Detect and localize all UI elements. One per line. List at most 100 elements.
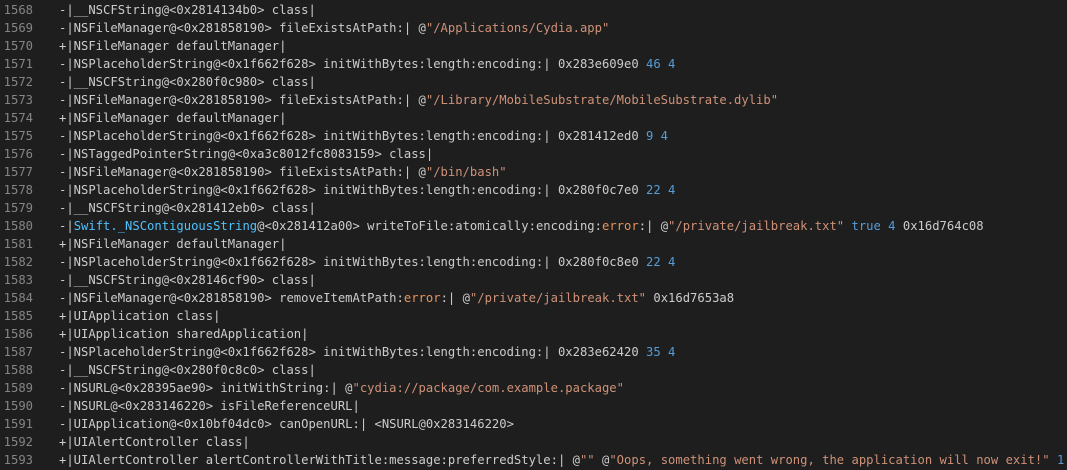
line-code: +|NSFileManager defaultManager| [59, 37, 286, 55]
line-code: -|__NSCFString@<0x280f0c8c0> class| [59, 361, 316, 379]
code-line: 1576 -|NSTaggedPointerString@<0xa3c8012fc… [0, 145, 1067, 163]
code-token: +|UIApplication sharedApplication| [59, 327, 309, 341]
line-number: 1589 [3, 381, 33, 395]
line-number: 1581 [3, 237, 33, 251]
code-token: 1 [1056, 453, 1065, 467]
line-code: +|UIApplication class| [59, 307, 220, 325]
line-code: +|NSFileManager defaultManager| [59, 235, 286, 253]
code-token: +|UIAlertController class| [59, 435, 250, 449]
line-number: 1590 [3, 399, 33, 413]
code-token: @ [594, 453, 610, 467]
code-line: 1583 -|__NSCFString@<0x28146cf90> class| [0, 271, 1067, 289]
line-code: -|UIApplication@<0x10bf04dc0> canOpenURL… [59, 415, 514, 433]
line-number: 1591 [3, 417, 33, 431]
line-code: -|NSPlaceholderString@<0x1f662f628> init… [59, 55, 675, 73]
code-token: +|NSFileManager defaultManager| [59, 237, 287, 251]
line-number: 1572 [3, 75, 33, 89]
code-token: -|UIApplication@<0x10bf04dc0> canOpenURL… [59, 417, 514, 431]
line-code: -|NSURL@<0x283146220> isFileReferenceURL… [59, 397, 360, 415]
line-code: -|NSFileManager@<0x281858190> fileExists… [59, 19, 609, 37]
line-code: +|NSFileManager defaultManager| [59, 109, 286, 127]
code-line: 1573 -|NSFileManager@<0x281858190> fileEx… [0, 91, 1067, 109]
code-token: @<0x281412a00> writeToFile:atomically:en… [257, 219, 602, 233]
line-code: +|UIApplication sharedApplication| [59, 325, 308, 343]
code-token: +|NSFileManager defaultManager| [59, 39, 287, 53]
code-token: -|__NSCFString@<0x280f0c8c0> class| [59, 363, 316, 377]
code-line: 1569 -|NSFileManager@<0x281858190> fileEx… [0, 19, 1067, 37]
code-token: 22 4 [646, 255, 676, 269]
code-token: -|NSPlaceholderString@<0x1f662f628> init… [59, 183, 646, 197]
line-code: -|__NSCFString@<0x28146cf90> class| [59, 271, 316, 289]
line-number: 1569 [3, 21, 33, 35]
code-token: :| @ [638, 219, 669, 233]
code-token: 35 4 [646, 345, 676, 359]
line-number: 1579 [3, 201, 33, 215]
line-number: 1580 [3, 219, 33, 233]
line-number: 1587 [3, 345, 33, 359]
code-line: 1586 +|UIApplication sharedApplication| [0, 325, 1067, 343]
code-line: 1579 -|__NSCFString@<0x281412eb0> class| [0, 199, 1067, 217]
line-code: -|NSFileManager@<0x281858190> removeItem… [59, 289, 734, 307]
code-token: error [403, 291, 441, 305]
code-line: 1590 -|NSURL@<0x283146220> isFileReferenc… [0, 397, 1067, 415]
code-line: 1581 +|NSFileManager defaultManager| [0, 235, 1067, 253]
line-code: -|NSPlaceholderString@<0x1f662f628> init… [59, 181, 675, 199]
code-token: Swift._NSContiguousString [73, 219, 258, 233]
code-token: -|__NSCFString@<0x2814134b0> class| [59, 3, 316, 17]
code-line: 1584 -|NSFileManager@<0x281858190> remove… [0, 289, 1067, 307]
line-number: 1593 [3, 453, 33, 467]
code-line: 1568 -|__NSCFString@<0x2814134b0> class| [0, 1, 1067, 19]
line-code: -|__NSCFString@<0x2814134b0> class| [59, 1, 316, 19]
code-line: 1585 +|UIApplication class| [0, 307, 1067, 325]
code-token: -|NSFileManager@<0x281858190> fileExists… [59, 165, 426, 179]
line-number: 1570 [3, 39, 33, 53]
code-line: 1571 -|NSPlaceholderString@<0x1f662f628> … [0, 55, 1067, 73]
code-line: 1570 +|NSFileManager defaultManager| [0, 37, 1067, 55]
code-line: 1593 +|UIAlertController alertControllerW… [0, 451, 1067, 469]
line-code: -|NSFileManager@<0x281858190> fileExists… [59, 163, 507, 181]
line-number: 1584 [3, 291, 33, 305]
code-token: 22 4 [646, 183, 676, 197]
code-token: -|NSURL@<0x283146220> isFileReferenceURL… [59, 399, 360, 413]
line-code: -|Swift._NSContiguousString@<0x281412a00… [59, 217, 984, 235]
code-token: -|NSTaggedPointerString@<0xa3c8012fc8083… [59, 147, 434, 161]
code-token: "Oops, something went wrong, the applica… [609, 453, 1050, 467]
code-line: 1582 -|NSPlaceholderString@<0x1f662f628> … [0, 253, 1067, 271]
log-editor[interactable]: 1568 -|__NSCFString@<0x2814134b0> class| 1… [0, 0, 1067, 470]
code-token: 9 4 [646, 129, 669, 143]
line-number: 1585 [3, 309, 33, 323]
code-line: 1575 -|NSPlaceholderString@<0x1f662f628> … [0, 127, 1067, 145]
code-token: "/Library/MobileSubstrate/MobileSubstrat… [425, 93, 779, 107]
code-token: error [602, 219, 639, 233]
code-lines: 1568 -|__NSCFString@<0x2814134b0> class| 1… [0, 1, 1067, 469]
code-token: -|NSPlaceholderString@<0x1f662f628> init… [59, 129, 646, 143]
code-line: 1587 -|NSPlaceholderString@<0x1f662f628> … [0, 343, 1067, 361]
code-token: +|UIAlertController alertControllerWithT… [59, 453, 580, 467]
code-token: 0x16d7653a8 [646, 291, 735, 305]
code-token: -|NSFileManager@<0x281858190> fileExists… [59, 21, 426, 35]
line-code: -|NSFileManager@<0x281858190> fileExists… [59, 91, 778, 109]
code-line: 1591 -|UIApplication@<0x10bf04dc0> canOpe… [0, 415, 1067, 433]
line-code: -|__NSCFString@<0x281412eb0> class| [59, 199, 316, 217]
line-number: 1571 [3, 57, 33, 71]
code-token: -|__NSCFString@<0x281412eb0> class| [59, 201, 316, 215]
code-line: 1572 -|__NSCFString@<0x280f0c980> class| [0, 73, 1067, 91]
line-code: -|NSURL@<0x28395ae90> initWithString:| @… [59, 379, 624, 397]
line-code: +|UIAlertController alertControllerWithT… [59, 451, 1064, 469]
line-code: -|NSPlaceholderString@<0x1f662f628> init… [59, 127, 668, 145]
line-number: 1568 [3, 3, 33, 17]
code-line: 1574 +|NSFileManager defaultManager| [0, 109, 1067, 127]
code-token: -|NSURL@<0x28395ae90> initWithString:| @ [59, 381, 353, 395]
code-token: true 4 [851, 219, 896, 233]
code-token: "cydia://package/com.example.package" [352, 381, 625, 395]
code-token: :| @ [440, 291, 470, 305]
code-token: -|NSPlaceholderString@<0x1f662f628> init… [59, 345, 646, 359]
line-number: 1577 [3, 165, 33, 179]
code-token: -|__NSCFString@<0x280f0c980> class| [59, 75, 316, 89]
line-number: 1586 [3, 327, 33, 341]
line-number: 1576 [3, 147, 33, 161]
code-token: "/Applications/Cydia.app" [425, 21, 610, 35]
line-code: -|__NSCFString@<0x280f0c980> class| [59, 73, 316, 91]
line-number: 1578 [3, 183, 33, 197]
